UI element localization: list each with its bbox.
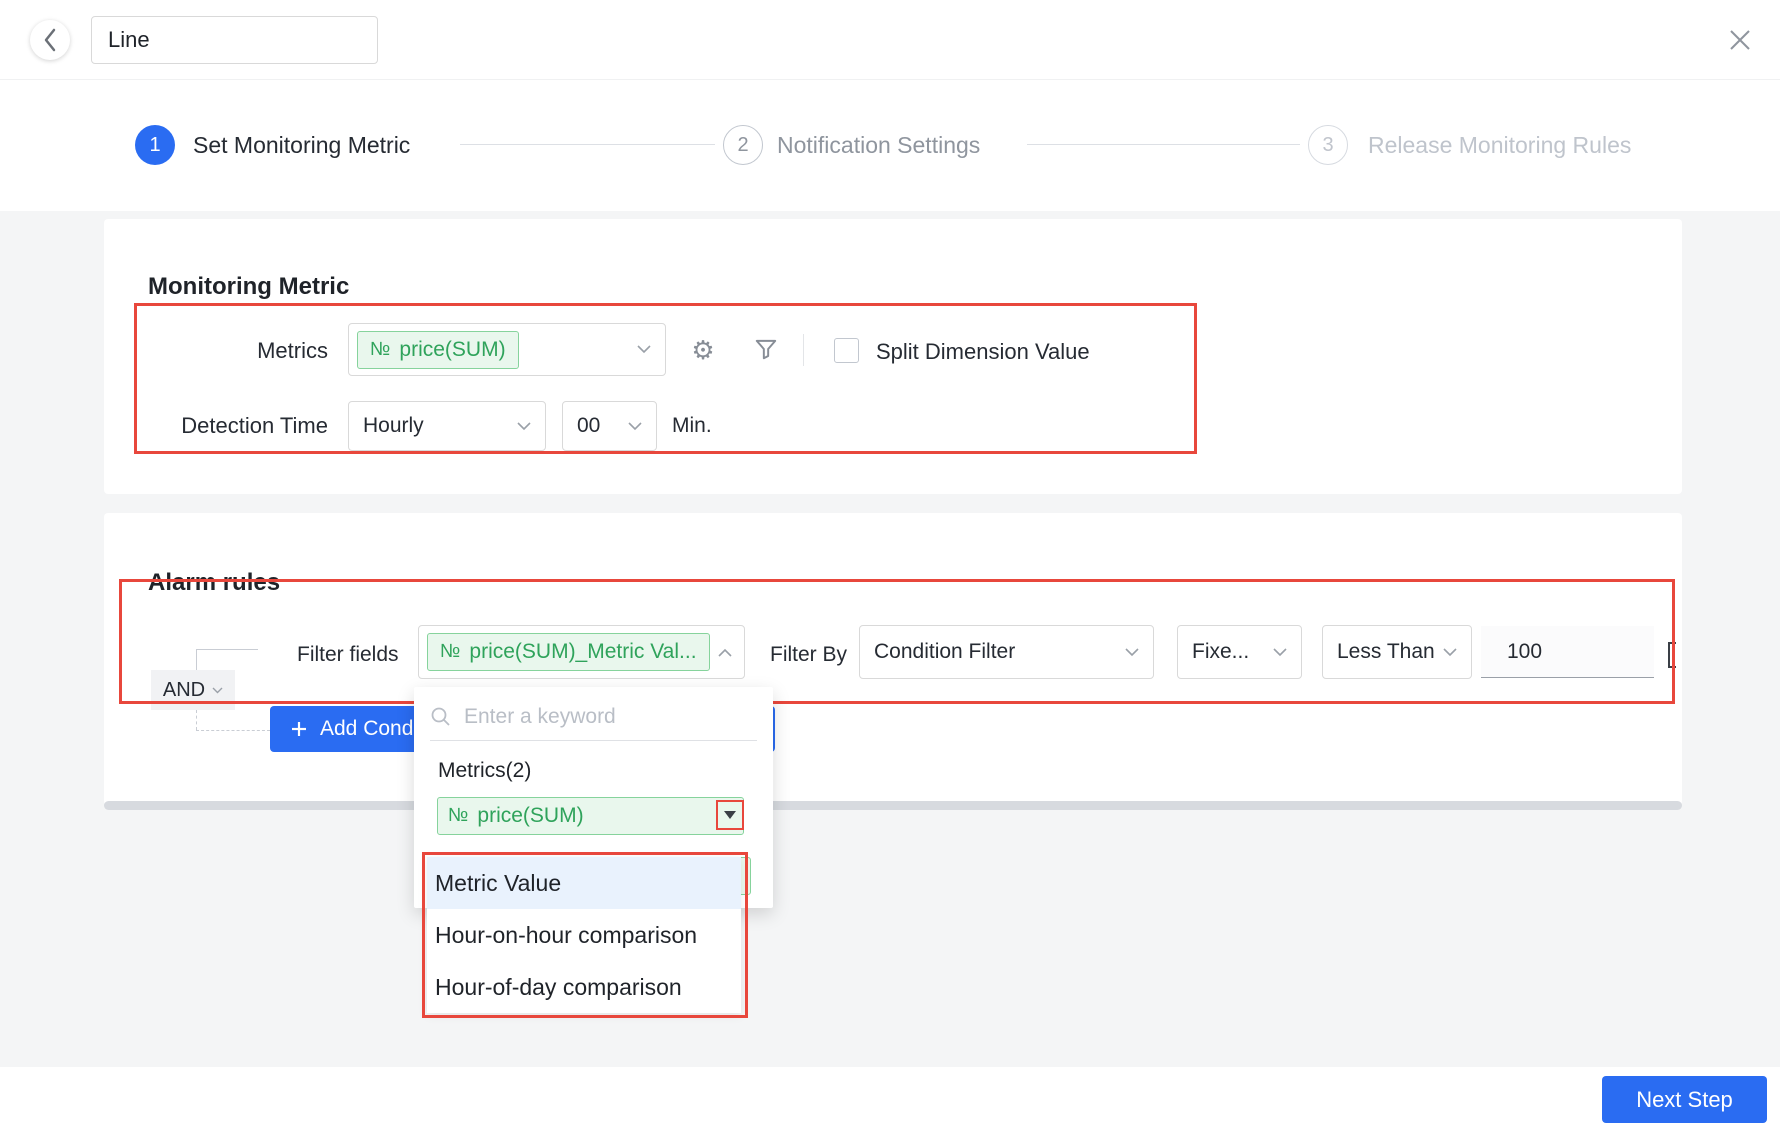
frequency-value: Hourly: [363, 414, 424, 438]
horizontal-scrollbar[interactable]: [104, 801, 1682, 810]
step-3-indicator: 3: [1308, 125, 1348, 165]
metric-expand-caret-button[interactable]: [716, 800, 744, 830]
close-button[interactable]: [1720, 20, 1760, 60]
next-step-button[interactable]: Next Step: [1602, 1076, 1767, 1123]
plus-icon: [290, 720, 308, 738]
step-connector-2: [1027, 144, 1300, 145]
number-sign: №: [440, 641, 460, 663]
chevron-down-icon: [628, 422, 642, 431]
metric-chip-label: price(SUM): [399, 338, 505, 362]
value-type-select[interactable]: Fixe...: [1177, 625, 1302, 679]
gear-icon[interactable]: ⚙: [688, 334, 718, 366]
search-icon: [430, 706, 452, 728]
chevron-down-icon: [1443, 648, 1457, 657]
caret-down-icon: [724, 811, 736, 819]
minute-unit-label: Min.: [672, 414, 712, 438]
rule-name-input[interactable]: [91, 16, 378, 64]
number-sign: №: [448, 805, 468, 827]
keyword-search-input[interactable]: [462, 704, 757, 730]
value-type-value: Fixe...: [1192, 640, 1249, 664]
metric-chip: № price(SUM): [357, 331, 519, 369]
chevron-down-icon: [212, 687, 223, 694]
metric-option-chip[interactable]: № price(SUM): [437, 797, 744, 835]
filter-field-chip: № price(SUM)_Metric Val...: [427, 633, 710, 671]
metric-select[interactable]: № price(SUM): [348, 323, 666, 376]
metric-variant-submenu: Metric Value Hour-on-hour comparison Hou…: [427, 857, 741, 1013]
connector-line-dashed: [196, 730, 270, 731]
metrics-label: Metrics: [204, 338, 328, 364]
operator-select[interactable]: Less Than: [1322, 625, 1472, 679]
threshold-input[interactable]: [1481, 626, 1654, 678]
chevron-down-icon: [517, 422, 531, 431]
close-icon: [1727, 27, 1753, 53]
minute-select[interactable]: 00: [562, 401, 657, 451]
step-1-label: Set Monitoring Metric: [193, 132, 410, 159]
step-2-label: Notification Settings: [777, 132, 980, 159]
chevron-down-icon: [637, 345, 651, 354]
back-button[interactable]: [30, 20, 70, 60]
connector-line-dashed: [196, 710, 197, 730]
dropdown-search: [430, 693, 757, 741]
split-dimension-label: Split Dimension Value: [876, 339, 1090, 365]
alarm-rules-title: Alarm rules: [148, 569, 280, 597]
filter-type-select[interactable]: Condition Filter: [859, 625, 1154, 679]
footer-bar: Next Step: [0, 1067, 1780, 1136]
step-1-indicator: 1: [135, 125, 175, 165]
chevron-down-icon: [1273, 648, 1287, 657]
submenu-option-hour-of-day[interactable]: Hour-of-day comparison: [427, 961, 741, 1013]
filter-type-value: Condition Filter: [874, 640, 1015, 664]
operator-value: Less Than: [1337, 640, 1435, 664]
metric-dropdown-panel: Metrics(2) № price(SUM) Metric Value Hou…: [414, 687, 773, 908]
logic-operator-value: AND: [163, 679, 205, 702]
number-sign: №: [370, 339, 390, 361]
detection-time-label: Detection Time: [159, 413, 328, 439]
filter-fields-label: Filter fields: [297, 643, 399, 667]
delete-icon[interactable]: [1668, 642, 1676, 668]
chevron-left-icon: [42, 27, 58, 53]
step-2-indicator: 2: [723, 125, 763, 165]
connector-line: [196, 649, 258, 650]
split-dimension-checkbox[interactable]: [834, 338, 859, 363]
frequency-select[interactable]: Hourly: [348, 401, 546, 451]
filter-by-label: Filter By: [770, 643, 847, 667]
filter-field-select[interactable]: № price(SUM)_Metric Val...: [418, 625, 745, 679]
minute-value: 00: [577, 414, 600, 438]
vertical-divider: [803, 334, 804, 366]
metrics-group-label: Metrics(2): [438, 759, 531, 783]
chevron-up-icon: [718, 648, 732, 657]
stepper: 1 Set Monitoring Metric 2 Notification S…: [0, 80, 1780, 211]
logic-operator-select[interactable]: AND: [151, 670, 235, 710]
step-connector-1: [460, 144, 715, 145]
topbar: [0, 0, 1780, 80]
step-3-label: Release Monitoring Rules: [1368, 132, 1631, 159]
metric-option-label: price(SUM): [477, 804, 583, 828]
app-root: 1 Set Monitoring Metric 2 Notification S…: [0, 0, 1780, 1136]
chevron-down-icon: [1125, 648, 1139, 657]
connector-line: [196, 649, 197, 670]
submenu-option-metric-value[interactable]: Metric Value: [427, 857, 741, 909]
submenu-option-hour-on-hour[interactable]: Hour-on-hour comparison: [427, 909, 741, 961]
filter-field-chip-label: price(SUM)_Metric Val...: [469, 640, 696, 664]
monitoring-metric-title: Monitoring Metric: [148, 273, 349, 301]
filter-funnel-icon[interactable]: [753, 336, 779, 362]
